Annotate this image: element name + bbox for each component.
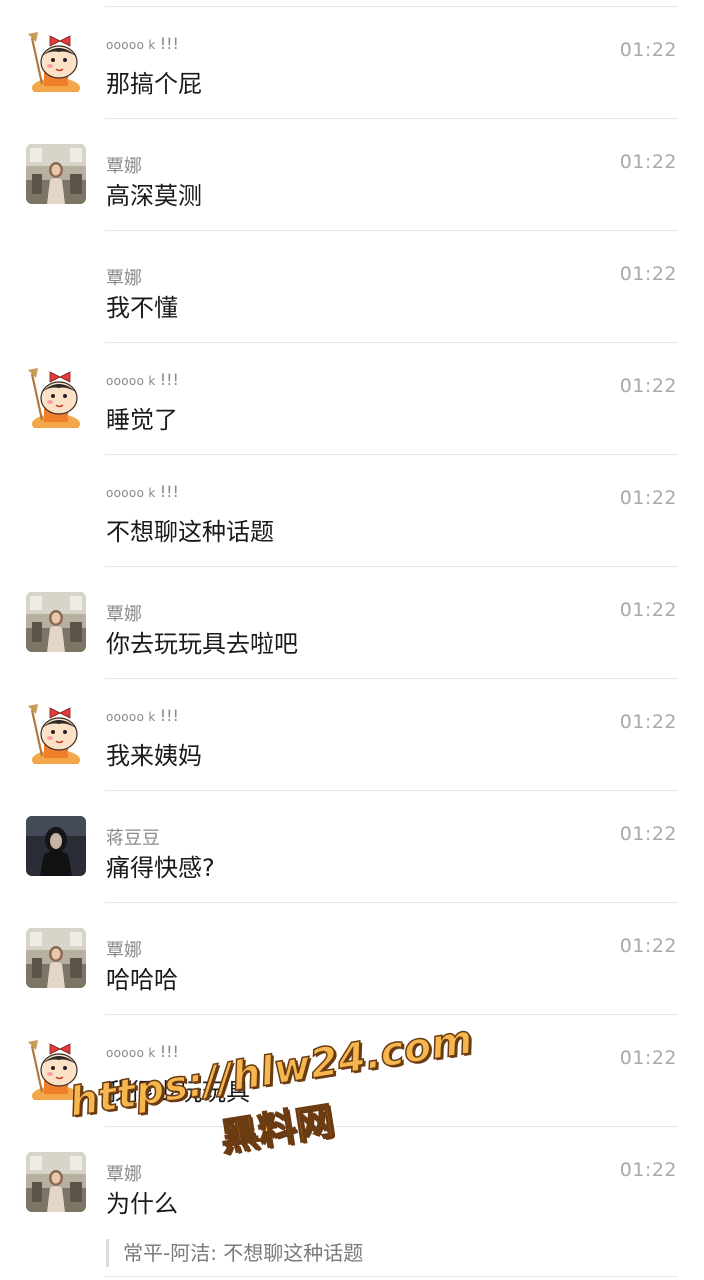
message-item[interactable]: ooooo k !!! 01:22 我来姨妈 [0, 679, 704, 791]
message-item[interactable]: 覃娜 01:22 你去玩玩具去啦吧 [0, 567, 704, 679]
message-list[interactable]: ooooo k !!! 01:22 那搞个屁 覃娜 01:22 高深莫测 覃娜 … [0, 7, 704, 1277]
sender-name: ooooo k !!! [106, 482, 179, 501]
message-time: 01:22 [619, 151, 677, 173]
message-text: 不想聊这种话题 [106, 518, 274, 546]
message-text: 为什么 [106, 1190, 178, 1218]
message-text: 睡觉了 [106, 406, 178, 434]
avatar[interactable] [26, 1152, 86, 1212]
message-text: 我不懂 [106, 294, 178, 322]
sender-name: 覃娜 [106, 604, 142, 625]
message-time: 01:22 [619, 487, 677, 509]
avatar[interactable] [26, 368, 86, 428]
message-text: 我很少玩玩具 [106, 1078, 250, 1106]
quoted-reply[interactable]: 常平-阿洁: 不想聊这种话题 [106, 1239, 363, 1267]
avatar[interactable] [26, 704, 86, 764]
avatar[interactable] [26, 816, 86, 876]
message-item[interactable]: ooooo k !!! 01:22 我很少玩玩具 [0, 1015, 704, 1127]
message-item[interactable]: 覃娜 01:22 哈哈哈 [0, 903, 704, 1015]
message-time: 01:22 [619, 823, 677, 845]
message-time: 01:22 [619, 599, 677, 621]
message-item[interactable]: 覃娜 01:22 我不懂 [0, 231, 704, 343]
message-text: 哈哈哈 [106, 966, 178, 994]
avatar[interactable] [26, 32, 86, 92]
message-text: 痛得快感? [106, 854, 215, 882]
message-text: 你去玩玩具去啦吧 [106, 630, 298, 658]
message-item[interactable]: 覃娜 01:22 高深莫测 [0, 119, 704, 231]
sender-name: ooooo k !!! [106, 370, 179, 389]
avatar[interactable] [26, 144, 86, 204]
message-item[interactable]: ooooo k !!! 01:22 那搞个屁 [0, 7, 704, 119]
sender-name: 覃娜 [106, 1164, 142, 1185]
message-time: 01:22 [619, 1159, 677, 1181]
message-time: 01:22 [619, 935, 677, 957]
message-item[interactable]: 覃娜 01:22 为什么 常平-阿洁: 不想聊这种话题 [0, 1127, 704, 1277]
message-time: 01:22 [619, 263, 677, 285]
message-item[interactable]: 蒋豆豆 01:22 痛得快感? [0, 791, 704, 903]
message-text: 高深莫测 [106, 182, 202, 210]
message-time: 01:22 [619, 1047, 677, 1069]
message-time: 01:22 [619, 39, 677, 61]
sender-name: 蒋豆豆 [106, 828, 160, 849]
avatar[interactable] [26, 592, 86, 652]
message-text: 我来姨妈 [106, 742, 202, 770]
avatar[interactable] [26, 928, 86, 988]
sender-name: 覃娜 [106, 940, 142, 961]
sender-name: ooooo k !!! [106, 706, 179, 725]
message-text: 那搞个屁 [106, 70, 202, 98]
sender-name: 覃娜 [106, 156, 142, 177]
message-time: 01:22 [619, 711, 677, 733]
message-item[interactable]: ooooo k !!! 01:22 不想聊这种话题 [0, 455, 704, 567]
sender-name: ooooo k !!! [106, 1042, 179, 1061]
message-time: 01:22 [619, 375, 677, 397]
message-item[interactable]: ooooo k !!! 01:22 睡觉了 [0, 343, 704, 455]
sender-name: ooooo k !!! [106, 34, 179, 53]
sender-name: 覃娜 [106, 268, 142, 289]
avatar[interactable] [26, 1040, 86, 1100]
